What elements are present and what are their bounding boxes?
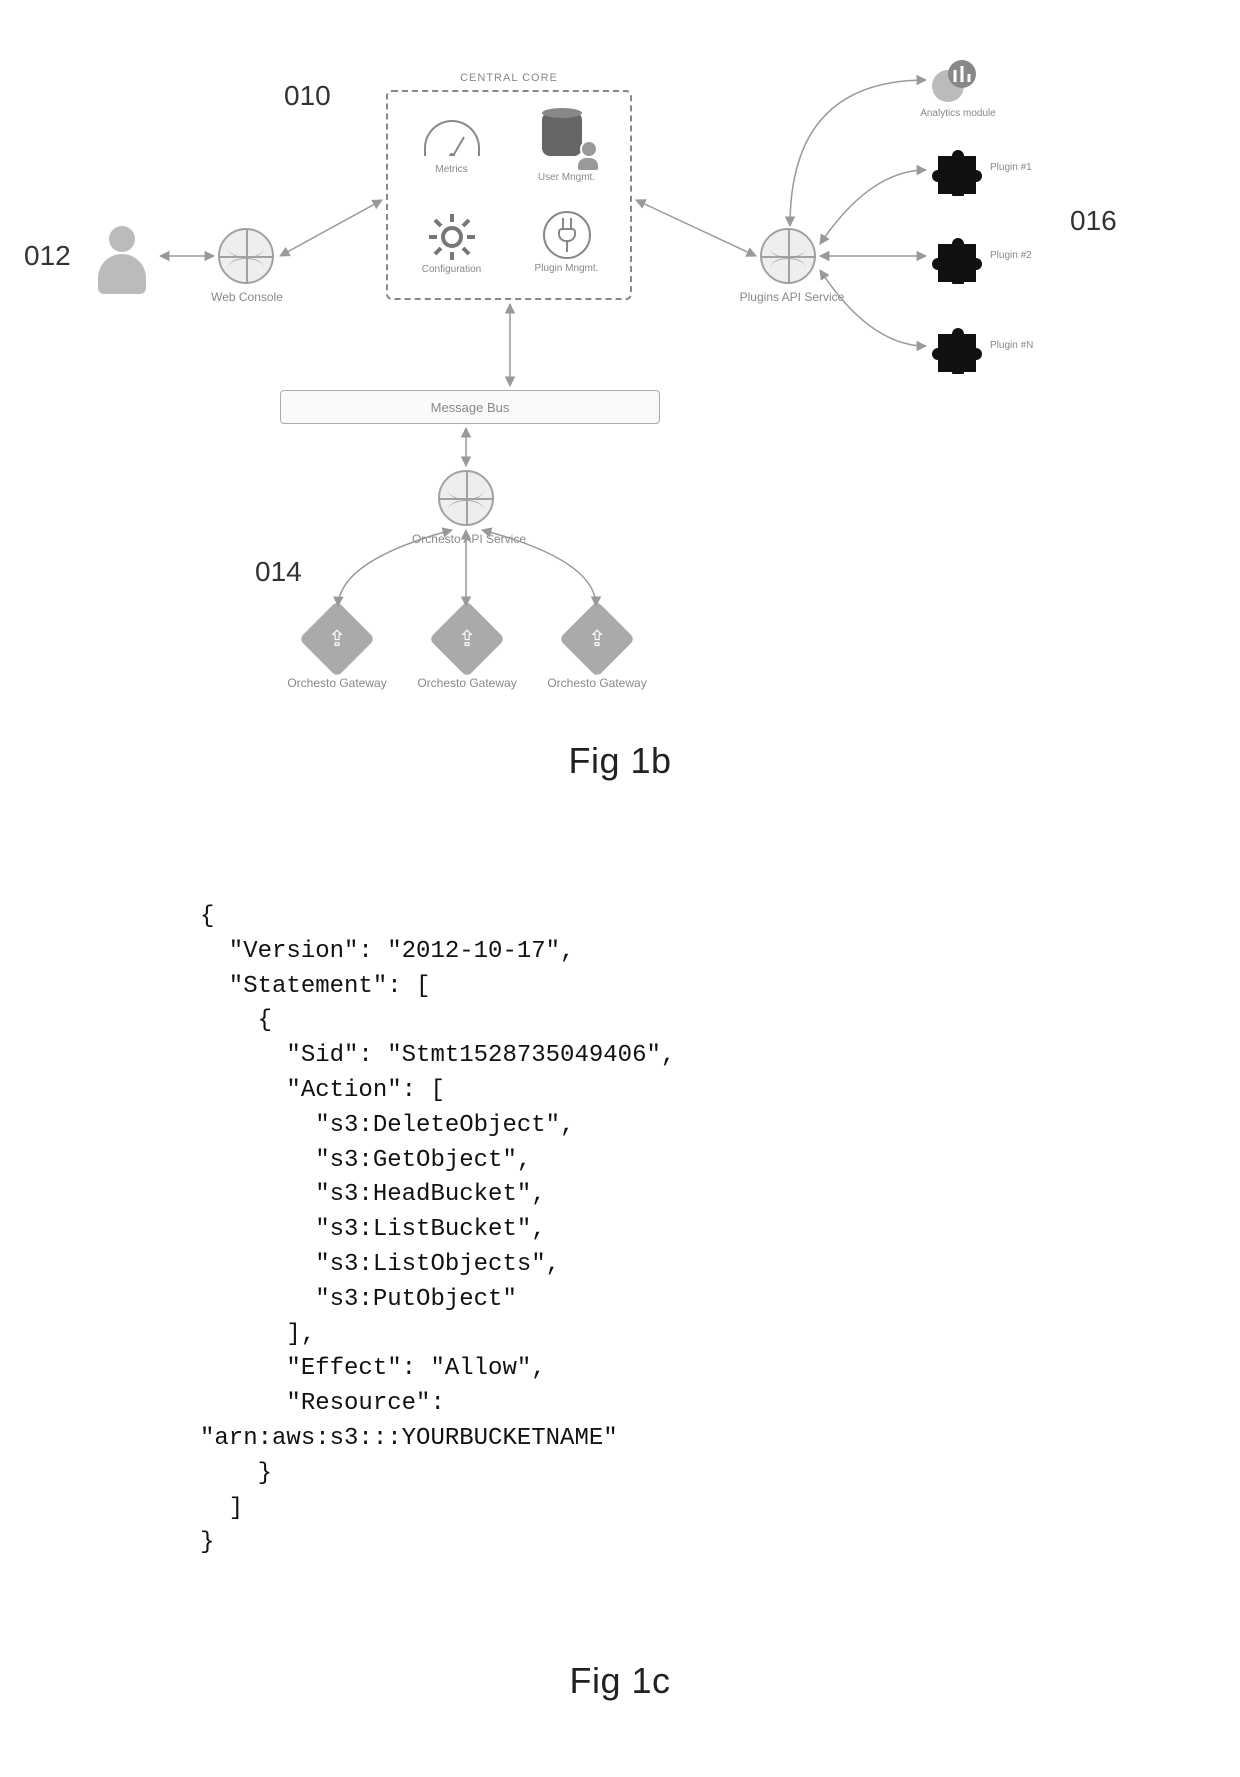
- gateway-3: ⇪: [570, 612, 624, 666]
- configuration-module: Configuration: [396, 197, 507, 288]
- message-bus-label: Message Bus: [431, 400, 510, 415]
- central-core-box: CENTRAL CORE Metrics User Mngmt. Configu…: [386, 90, 632, 300]
- plugin-2-label: Plugin #2: [990, 250, 1060, 261]
- ref-012: 012: [24, 240, 71, 272]
- gateway-2-label: Orchesto Gateway: [412, 676, 522, 690]
- ref-010: 010: [284, 80, 331, 112]
- central-core-title: CENTRAL CORE: [388, 72, 630, 84]
- database-user-icon: [542, 112, 592, 166]
- metrics-label: Metrics: [435, 164, 467, 175]
- api-service-label: Orchesto API Service: [404, 532, 534, 546]
- speedometer-icon: [424, 120, 480, 156]
- plugins-api-label: Plugins API Service: [732, 290, 852, 304]
- gear-icon: [425, 210, 479, 264]
- analytics-icon: [930, 56, 980, 106]
- plugin-1-label: Plugin #1: [990, 162, 1060, 173]
- web-console-label: Web Console: [202, 290, 292, 304]
- gateway-1-label: Orchesto Gateway: [282, 676, 392, 690]
- plugin-mgmt-label: Plugin Mngmt.: [535, 263, 599, 274]
- user-icon: [92, 226, 152, 296]
- plugin-2-icon: [930, 230, 984, 284]
- gateway-3-label: Orchesto Gateway: [542, 676, 652, 690]
- figure-1b-caption: Fig 1b: [0, 740, 1240, 782]
- gateway-2: ⇪: [440, 612, 494, 666]
- plugin-n-icon: [930, 320, 984, 374]
- figure-1c-caption: Fig 1c: [0, 1660, 1240, 1702]
- metrics-module: Metrics: [396, 102, 507, 193]
- ref-016: 016: [1070, 205, 1117, 237]
- plugin-mgmt-module: Plugin Mngmt.: [511, 197, 622, 288]
- configuration-label: Configuration: [422, 264, 481, 275]
- plug-icon: [543, 211, 591, 259]
- policy-json-code: { "Version": "2012-10-17", "Statement": …: [200, 900, 675, 1561]
- plugin-n-label: Plugin #N: [990, 340, 1060, 351]
- message-bus: Message Bus: [280, 390, 660, 424]
- plugin-1-icon: [930, 142, 984, 196]
- web-console-icon: [218, 228, 274, 284]
- api-service-icon: [438, 470, 494, 526]
- gateway-1: ⇪: [310, 612, 364, 666]
- user-mgmt-module: User Mngmt.: [511, 102, 622, 193]
- plugins-api-icon: [760, 228, 816, 284]
- analytics-label: Analytics module: [908, 108, 1008, 119]
- ref-014: 014: [255, 556, 302, 588]
- user-mgmt-label: User Mngmt.: [538, 172, 595, 183]
